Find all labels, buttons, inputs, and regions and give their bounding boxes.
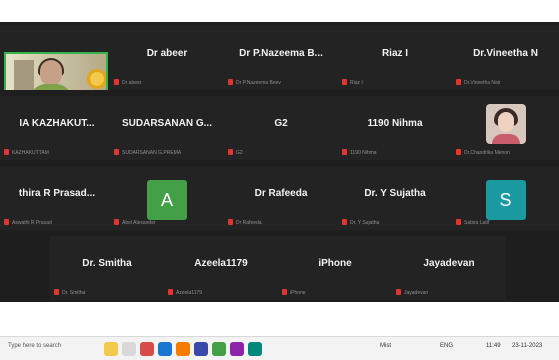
participant-tile[interactable]: Jayadevan Jayadevan [392,236,506,300]
participant-name: Riaz I [381,48,409,59]
mic-muted-icon [342,149,347,155]
participant-subname: Dr. Smitha [62,290,86,296]
participant-tile[interactable]: SUDARSANAN G... SUDARSANAN G.PREMA [110,96,224,160]
participant-tile[interactable]: Azeela1179 Azeela1179 [164,236,278,300]
meeting-footer [0,302,559,336]
participant-subname: iPhone [290,290,306,296]
initial-avatar: S [485,180,526,220]
participant-gallery: Dr abeer Dr abeer Dr P.Nazeema B... Dr P… [0,22,559,302]
participant-subname: Dr abeer [122,80,142,86]
participant-tile[interactable]: Dr.Chandrika Menon [452,96,559,160]
participant-tile[interactable]: Dr Rafeeda Dr Rafeeda [224,166,338,230]
window-topbar [0,0,559,22]
participant-tile-self[interactable] [0,26,114,90]
participant-name: Dr P.Nazeema B... [239,48,323,59]
taskbar-search[interactable]: Type here to search [8,343,61,349]
participant-subname: Riaz I [350,80,363,86]
participant-tile[interactable]: Dr. Smitha Dr. Smitha [50,236,164,300]
sunflower-icon [90,72,104,86]
participant-name: Jayadevan [423,258,475,269]
weather-text[interactable]: Mist [380,343,391,349]
mic-muted-icon [282,289,287,295]
self-video [4,52,108,90]
app-icon[interactable] [248,342,262,356]
participant-tile[interactable]: 1190 Nihma 1190 Nihma [338,96,452,160]
participant-subname: Azeela1179 [176,290,203,296]
mic-muted-icon [456,219,461,225]
zoom-icon[interactable] [194,342,208,356]
participant-name: Dr. Y Sujatha [364,188,426,199]
participant-subname: G2 [236,150,243,156]
participant-subname: SUDARSANAN G.PREMA [122,150,182,156]
participant-subname: Dr P.Nazeema Beev [236,80,281,86]
participant-tile[interactable]: Dr P.Nazeema B... Dr P.Nazeema Beev [224,26,338,90]
mic-muted-icon [114,149,119,155]
participant-tile[interactable]: Dr. Y Sujatha Dr. Y Sujatha [338,166,452,230]
meeting-window: Dr abeer Dr abeer Dr P.Nazeema B... Dr P… [0,0,559,360]
photo-face [497,112,514,132]
participant-name: G2 [274,118,288,129]
participant-subname: Dr. Y Sujatha [350,220,380,226]
mic-muted-icon [4,149,9,155]
chrome-icon[interactable] [212,342,226,356]
participant-name: 1190 Nihma [367,118,423,129]
mic-muted-icon [396,289,401,295]
mic-muted-icon [456,149,461,155]
participant-name: SUDARSANAN G... [121,118,212,129]
participant-tile[interactable]: IA KAZHAKUT... KAZHAKUTTAM [0,96,114,160]
mic-muted-icon [456,79,461,85]
mic-muted-icon [114,79,119,85]
participant-name: Dr.Vineetha N [473,48,538,59]
mic-muted-icon [228,149,233,155]
mic-muted-icon [228,79,233,85]
participant-name: Dr Rafeeda [254,188,308,199]
participant-name: Azeela1179 [194,258,248,269]
participant-subname: Aswathi R Prasad [12,220,52,226]
video-door [14,60,34,90]
windows-taskbar: Type here to search Mist ENG 11:49 23-11… [0,336,559,360]
taskbar-time[interactable]: 11:49 [486,343,501,349]
store-icon[interactable] [176,342,190,356]
participant-tile[interactable]: Riaz I Riaz I [338,26,452,90]
mic-muted-icon [4,219,9,225]
mic-muted-icon [342,219,347,225]
participant-subname: Abel Alexander [122,220,156,226]
mic-muted-icon [228,219,233,225]
participant-subname: Jayadevan [404,290,429,296]
task-view-icon[interactable] [122,342,136,356]
participant-subname: Sabira Latif [464,220,490,226]
mic-muted-icon [168,289,173,295]
language-indicator[interactable]: ENG [440,343,453,349]
participant-subname: Dr Rafeeda [236,220,262,226]
participant-tile[interactable]: A Abel Alexander [110,166,224,230]
participant-name: thira R Prasad... [18,188,96,199]
participant-subname: 1190 Nihma [350,150,377,156]
participant-tile[interactable]: iPhone iPhone [278,236,392,300]
participant-name: Dr. Smitha [82,258,132,269]
taskbar-date[interactable]: 23-11-2023 [512,343,542,349]
participant-name: iPhone [318,258,352,269]
participant-subname: KAZHAKUTTAM [12,150,49,156]
participant-subname: Dr.Chandrika Menon [464,150,510,156]
profile-photo [485,104,526,144]
edge-icon[interactable] [158,342,172,356]
participant-tile[interactable]: Dr abeer Dr abeer [110,26,224,90]
participant-tile[interactable]: Dr.Vineetha N Dr.Vineetha Nair [452,26,559,90]
mic-muted-icon [54,289,59,295]
participant-subname: Dr.Vineetha Nair [464,80,501,86]
participant-name: Dr abeer [146,48,188,59]
participant-tile[interactable]: G2 G2 [224,96,338,160]
mic-muted-icon [114,219,119,225]
initial-avatar: A [147,180,187,220]
participant-tile[interactable]: S Sabira Latif [452,166,559,230]
video-face [40,60,62,86]
mail-icon[interactable] [140,342,154,356]
participant-tile[interactable]: thira R Prasad... Aswathi R Prasad [0,166,114,230]
mic-muted-icon [342,79,347,85]
file-explorer-icon[interactable] [104,342,118,356]
photo-shoulders [491,134,520,144]
app-icon[interactable] [230,342,244,356]
participant-name: IA KAZHAKUT... [19,118,95,129]
